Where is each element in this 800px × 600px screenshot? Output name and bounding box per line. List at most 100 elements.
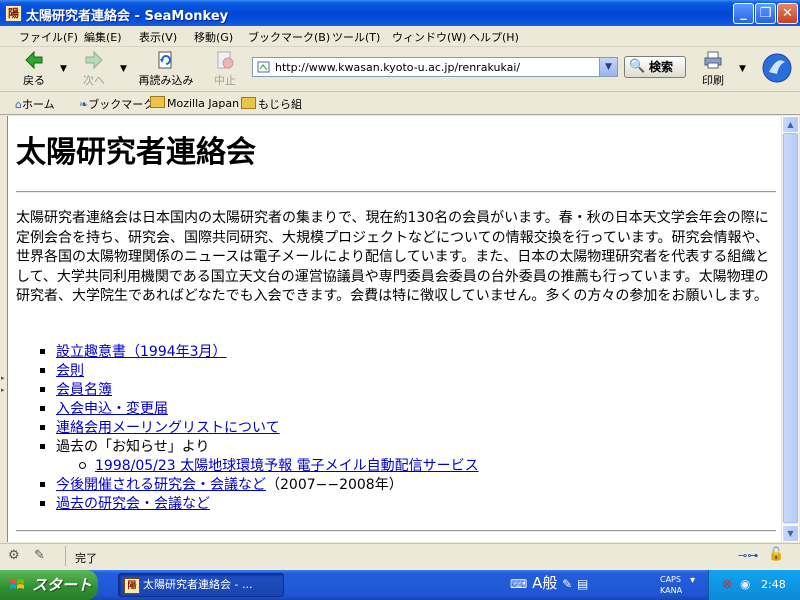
windows-logo-icon bbox=[10, 579, 24, 589]
scroll-up-icon[interactable]: ▲ bbox=[782, 116, 799, 133]
circle-bullet-icon bbox=[79, 462, 86, 469]
restore-button[interactable]: ❐ bbox=[755, 3, 776, 24]
sidebar-arrow-icon: ▸ bbox=[1, 386, 5, 394]
mojira-label: もじら組 bbox=[258, 98, 302, 111]
throbber-icon[interactable] bbox=[761, 52, 793, 84]
reload-button[interactable]: 再読み込み bbox=[135, 49, 197, 89]
vertical-scrollbar[interactable]: ▲ ▼ bbox=[781, 116, 799, 542]
page-content: 太陽研究者連絡会 太陽研究者連絡会は日本国内の太陽研究者の集まりで、現在約130… bbox=[7, 116, 782, 542]
list-item: 連絡会用メーリングリストについて bbox=[40, 419, 280, 437]
back-dropdown-icon[interactable]: ▼ bbox=[60, 64, 67, 74]
clock[interactable]: 2:48 bbox=[761, 578, 786, 591]
intro-paragraph: 太陽研究者連絡会は日本国内の太陽研究者の集まりで、現在約130名の会員がいます。… bbox=[16, 210, 770, 304]
mozilla-label: Mozilla Japan bbox=[167, 97, 240, 110]
link-past-meetings[interactable]: 過去の研究会・会議など bbox=[56, 496, 210, 512]
status-text: 完了 bbox=[75, 552, 97, 565]
stop-label: 中止 bbox=[214, 74, 236, 87]
ime-mode[interactable]: A般 bbox=[532, 574, 557, 592]
ime-pad-icon[interactable]: ▤ bbox=[577, 577, 588, 591]
list-item: 会則 bbox=[40, 362, 84, 380]
stop-button[interactable]: 中止 bbox=[208, 49, 242, 89]
link-forecast-service[interactable]: 1998/05/23 太陽地球環境予報 電子メイル自動配信サービス bbox=[95, 458, 479, 474]
bookmarks-icon: ❧ bbox=[79, 98, 89, 111]
home-icon: ⌂ bbox=[15, 98, 22, 111]
keyboard-icon[interactable]: ⌨ bbox=[510, 577, 527, 591]
ime-tool-icon[interactable]: ✎ bbox=[562, 577, 572, 591]
forward-button[interactable]: 次へ bbox=[78, 49, 110, 89]
forward-dropdown-icon[interactable]: ▼ bbox=[120, 64, 127, 74]
composer-icon[interactable]: ✎ bbox=[34, 548, 45, 563]
menu-tools[interactable]: ツール(T) bbox=[332, 29, 380, 45]
print-button[interactable]: 印刷 bbox=[696, 49, 730, 89]
minimize-button[interactable]: _ bbox=[733, 3, 754, 24]
home-label: ホーム bbox=[21, 98, 55, 111]
caps-indicator: CAPS bbox=[660, 575, 681, 584]
close-button[interactable]: ✕ bbox=[777, 3, 798, 24]
list-item: 過去の研究会・会議など bbox=[40, 495, 210, 513]
component-bar-icon[interactable]: ⚙ bbox=[8, 548, 20, 563]
divider bbox=[16, 191, 776, 193]
seamonkey-task-icon: 陽 bbox=[124, 578, 140, 594]
menu-edit[interactable]: 編集(E) bbox=[84, 29, 122, 45]
window-title: 太陽研究者連絡会 - SeaMonkey bbox=[26, 9, 229, 24]
security-lock-icon[interactable]: 🔓 bbox=[768, 547, 784, 562]
back-button[interactable]: 戻る bbox=[18, 49, 50, 89]
menu-file[interactable]: ファイル(F) bbox=[19, 29, 78, 45]
menu-bookmarks[interactable]: ブックマーク(B) bbox=[248, 29, 330, 45]
menu-help[interactable]: ヘルプ(H) bbox=[469, 29, 519, 45]
url-input[interactable] bbox=[275, 60, 593, 74]
sidebar-grippy[interactable]: ▸ ▸ bbox=[0, 116, 7, 542]
menu-view[interactable]: 表示(V) bbox=[139, 29, 177, 45]
upcoming-years: （2007−−2008年） bbox=[266, 477, 403, 493]
back-label: 戻る bbox=[23, 74, 45, 87]
taskbar-window-button[interactable]: 太陽研究者連絡会 - ... bbox=[118, 573, 284, 597]
app-icon: 陽 bbox=[5, 5, 22, 22]
divider bbox=[16, 530, 776, 532]
bookmark-mojira[interactable]: もじら組 bbox=[241, 96, 302, 112]
search-label: 検索 bbox=[649, 60, 674, 74]
language-bar-arrow-icon[interactable]: ▾ bbox=[690, 575, 695, 586]
home-button[interactable]: ⌂ホーム bbox=[15, 96, 55, 112]
security-alert-icon[interactable]: ⊗ bbox=[722, 577, 732, 591]
past-notices-label: 過去の「お知らせ」より bbox=[56, 439, 210, 455]
menu-window[interactable]: ウィンドウ(W) bbox=[392, 29, 466, 45]
folder-icon bbox=[241, 97, 256, 109]
kana-indicator: KANA bbox=[660, 586, 683, 595]
list-item: 1998/05/23 太陽地球環境予報 電子メイル自動配信サービス bbox=[79, 457, 479, 475]
link-mailing-list[interactable]: 連絡会用メーリングリストについて bbox=[56, 420, 280, 436]
link-upcoming-meetings[interactable]: 今後開催される研究会・会議など bbox=[56, 477, 266, 493]
bookmarks-button[interactable]: ❧ブックマーク bbox=[79, 96, 154, 112]
scroll-thumb[interactable] bbox=[783, 133, 798, 523]
search-button[interactable]: 🔍 検索 bbox=[624, 56, 686, 78]
url-bar[interactable]: ▼ bbox=[252, 57, 618, 77]
stop-icon bbox=[217, 51, 234, 69]
menu-go[interactable]: 移動(G) bbox=[194, 29, 233, 45]
list-item: 今後開催される研究会・会議など（2007−−2008年） bbox=[40, 476, 403, 494]
link-prospectus[interactable]: 設立趣意書（1994年3月） bbox=[56, 344, 227, 360]
bullet-icon bbox=[40, 406, 45, 411]
link-member-list[interactable]: 会員名簿 bbox=[56, 382, 112, 398]
online-icon[interactable]: ⊸⊶ bbox=[738, 549, 758, 562]
bullet-icon bbox=[40, 349, 45, 354]
list-item: 設立趣意書（1994年3月） bbox=[40, 343, 227, 361]
link-rules[interactable]: 会則 bbox=[56, 363, 84, 379]
list-item: 入会申込・変更届 bbox=[40, 400, 168, 418]
bookmark-mozilla-japan[interactable]: Mozilla Japan bbox=[150, 96, 239, 110]
folder-icon bbox=[150, 96, 165, 108]
list-item: 過去の「お知らせ」より bbox=[40, 438, 210, 456]
page-icon bbox=[257, 61, 270, 73]
bullet-icon bbox=[40, 368, 45, 373]
volume-icon[interactable]: ◉ bbox=[740, 577, 750, 591]
bookmarks-label: ブックマーク bbox=[88, 98, 155, 111]
page-title: 太陽研究者連絡会 bbox=[16, 135, 256, 170]
status-bar bbox=[0, 543, 800, 571]
scroll-down-icon[interactable]: ▼ bbox=[782, 525, 799, 542]
ime-toolbar[interactable]: ⌨ A般 ✎ ▤ bbox=[510, 572, 588, 593]
title-bar[interactable]: 陽 太陽研究者連絡会 - SeaMonkey _ ❐ ✕ bbox=[0, 0, 800, 26]
link-application[interactable]: 入会申込・変更届 bbox=[56, 401, 168, 417]
print-dropdown-icon[interactable]: ▼ bbox=[739, 64, 746, 74]
forward-arrow-icon bbox=[85, 50, 103, 70]
printer-icon bbox=[704, 51, 722, 69]
url-dropdown-icon[interactable]: ▼ bbox=[599, 58, 617, 76]
magnifier-icon: 🔍 bbox=[629, 59, 646, 74]
